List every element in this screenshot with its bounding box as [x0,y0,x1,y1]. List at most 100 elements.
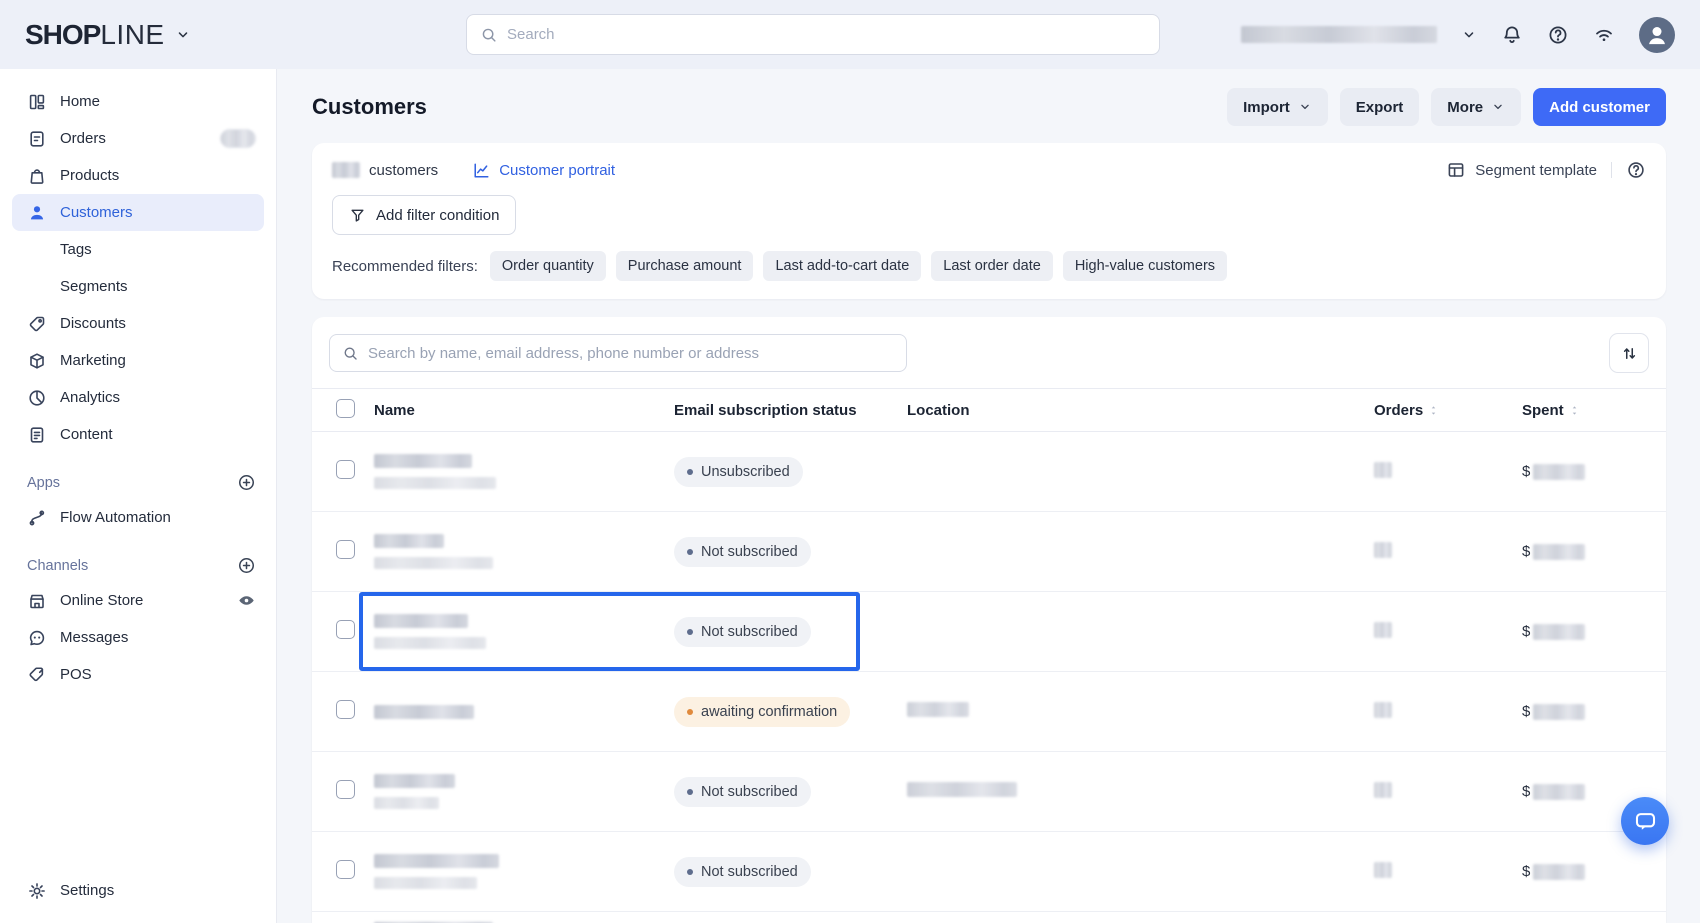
select-all-checkbox[interactable] [336,399,355,418]
brand-logo[interactable]: SHOPLINE [25,19,191,51]
status-label: awaiting confirmation [701,704,837,720]
wifi-icon[interactable] [1593,24,1615,46]
add-channels-button[interactable] [237,556,256,575]
customer-name-blurred [374,705,674,719]
row-checkbox[interactable] [336,460,355,479]
row-checkbox[interactable] [336,780,355,799]
funnel-icon [349,207,366,224]
table-row[interactable] [312,912,1666,923]
eye-icon[interactable] [237,591,256,610]
segment-help-icon[interactable] [1626,160,1646,180]
sidebar-item-products[interactable]: Products [12,157,264,194]
sidebar-item-label: Marketing [60,352,126,369]
filter-chip-purchase-amount[interactable]: Purchase amount [616,251,754,281]
sidebar-item-analytics[interactable]: Analytics [12,379,264,416]
column-header-orders[interactable]: Orders [1374,402,1522,419]
global-search-input[interactable] [507,26,1146,43]
chat-bubble-button[interactable] [1621,797,1669,845]
table-search-input[interactable] [368,345,894,362]
sort-carets-icon[interactable] [1427,404,1440,417]
column-header-email-subscription-status: Email subscription status [674,402,907,419]
sidebar-item-home[interactable]: Home [12,83,264,120]
sidebar-item-label: Discounts [60,315,126,332]
table-row[interactable]: awaiting confirmation $ [312,672,1666,752]
avatar[interactable] [1639,17,1675,53]
sidebar-item-online-store[interactable]: Online Store [12,582,264,619]
filter-chip-last-add-to-cart-date[interactable]: Last add-to-cart date [763,251,921,281]
help-icon[interactable] [1547,24,1569,46]
spent-currency: $ [1522,543,1530,560]
filter-chip-order-quantity[interactable]: Order quantity [490,251,606,281]
status-dot [687,469,693,475]
orders-count-blurred [1374,702,1392,718]
email-subscription-status-badge: Unsubscribed [674,457,803,487]
sort-carets-icon[interactable] [1568,404,1581,417]
sidebar-item-pos[interactable]: POS [12,656,264,693]
customers-icon [27,203,47,223]
search-icon [342,345,359,362]
customer-name-blurred [374,534,674,569]
sidebar-item-customers[interactable]: Customers [12,194,264,231]
spent-currency: $ [1522,703,1530,720]
row-checkbox[interactable] [336,620,355,639]
sidebar: HomeOrdersProducts Customers TagsSegments D… [0,69,277,923]
row-checkbox[interactable] [336,860,355,879]
sidebar-item-tags[interactable]: Tags [12,231,264,268]
messages-icon [27,628,47,648]
sidebar-item-label: Content [60,426,113,443]
segment-template-button[interactable]: Segment template [1446,160,1597,180]
filter-chip-high-value-customers[interactable]: High-value customers [1063,251,1227,281]
sidebar-item-label: Analytics [60,389,120,406]
sidebar-section-apps: Apps [12,473,264,492]
global-search[interactable] [466,14,1160,55]
row-checkbox[interactable] [336,700,355,719]
sidebar-item-label: Customers [60,204,133,221]
customer-name-blurred [374,774,674,809]
sidebar-item-content[interactable]: Content [12,416,264,453]
spent-currency: $ [1522,783,1530,800]
table-row[interactable]: Not subscribed$ [312,512,1666,592]
row-checkbox[interactable] [336,540,355,559]
sidebar-item-settings[interactable]: Settings [12,872,264,909]
column-header-spent[interactable]: Spent [1522,402,1642,419]
customer-portrait-link[interactable]: Customer portrait [472,161,615,180]
export-button[interactable]: Export [1340,88,1420,126]
sidebar-item-marketing[interactable]: Marketing [12,342,264,379]
more-button[interactable]: More [1431,88,1521,126]
table-row[interactable]: Not subscribed$ [312,752,1666,832]
table-search[interactable] [329,334,907,372]
chevron-down-icon[interactable] [175,27,191,43]
sidebar-item-segments[interactable]: Segments [12,268,264,305]
sidebar-item-flow-automation[interactable]: Flow Automation [12,499,264,536]
sort-button[interactable] [1609,333,1649,373]
filter-chip-last-order-date[interactable]: Last order date [931,251,1053,281]
email-subscription-status-badge: Not subscribed [674,617,811,647]
customer-name-blurred [374,854,674,889]
status-label: Not subscribed [701,624,798,640]
table-row[interactable]: Unsubscribed$ [312,432,1666,512]
sidebar-item-orders[interactable]: Orders [12,120,264,157]
divider [1611,162,1612,178]
customers-table-card: Name Email subscription status Location … [312,317,1666,923]
add-customer-button[interactable]: Add customer [1533,88,1666,126]
table-row[interactable]: Not subscribed$ [312,592,1666,672]
import-button[interactable]: Import [1227,88,1328,126]
filters-card: customers Customer portrait Segment temp… [312,143,1666,299]
add-filter-condition-button[interactable]: Add filter condition [332,195,516,235]
sidebar-nav: HomeOrdersProducts Customers TagsSegments D… [0,83,276,693]
table-row[interactable]: Not subscribed$ [312,832,1666,912]
column-header-name: Name [374,402,674,419]
status-dot [687,869,693,875]
store-chevron-down-icon[interactable] [1461,27,1477,43]
settings-icon [27,881,47,901]
bell-icon[interactable] [1501,24,1523,46]
search-icon [480,26,498,44]
add-apps-button[interactable] [237,473,256,492]
sidebar-item-messages[interactable]: Messages [12,619,264,656]
status-dot [687,709,693,715]
sidebar-item-discounts[interactable]: Discounts [12,305,264,342]
spent-amount-blurred [1533,704,1585,720]
recommended-filters-label: Recommended filters: [332,258,478,275]
orders-count-badge-blurred [220,129,256,148]
page-actions: Import Export More Add customer [1227,88,1666,126]
